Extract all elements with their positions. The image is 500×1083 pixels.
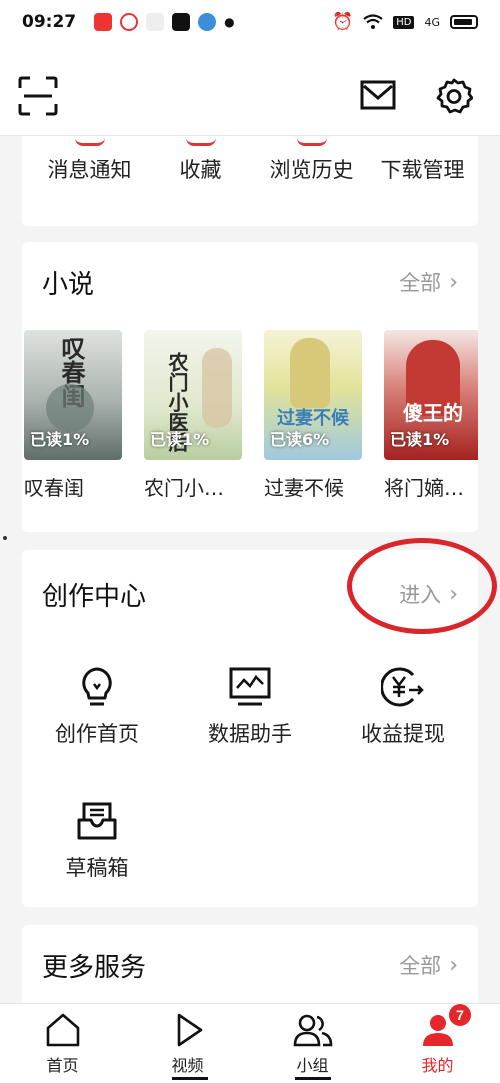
message-icon: [74, 136, 105, 146]
notification-icons: ●: [94, 13, 235, 31]
tool-creation-home[interactable]: 创作首页: [22, 666, 172, 748]
clock-icon: [296, 136, 327, 146]
lightbulb-icon: [82, 667, 112, 706]
book-name: 农门小…: [144, 476, 224, 500]
book-name: 叹春闺: [24, 476, 84, 500]
book-name: 将门嫡…: [384, 476, 464, 500]
creation-center-card: 创作中心 进入 › 创作首页 数据助手 收益提现 草稿箱: [22, 538, 497, 907]
tab-home[interactable]: 首页: [0, 1004, 125, 1083]
home-icon: [46, 1013, 79, 1047]
yuan-withdraw-icon: [381, 667, 424, 707]
more-services-card: 更多服务 全部 ›: [22, 925, 478, 1015]
network-type: 4G: [424, 15, 440, 29]
book-item[interactable]: 农门小医后 已读1% 农门小…: [144, 330, 242, 501]
highlight-circle-annotation: [347, 538, 497, 634]
cover-figure-art: [202, 348, 232, 428]
cover-figure-art: [290, 338, 330, 408]
page-dot: [3, 536, 7, 540]
section-title-more-services: 更多服务: [42, 952, 147, 983]
read-progress: 已读6%: [270, 430, 330, 449]
book-name: 过妻不候: [264, 476, 344, 500]
chart-monitor-icon: [229, 667, 271, 706]
quick-action-downloads[interactable]: 下载管理: [367, 154, 478, 184]
battery-icon: [450, 15, 478, 29]
play-icon: [177, 1013, 202, 1047]
hd-icon: HD: [393, 15, 415, 29]
book-item[interactable]: 傻王的 已读1% 将门嫡…: [384, 330, 478, 501]
blue-app-icon: [198, 13, 217, 31]
book-cover: 傻王的 已读1%: [384, 330, 478, 460]
target-app-icon: [120, 13, 139, 31]
tab-group[interactable]: 小组: [250, 1004, 375, 1083]
quick-action-messages[interactable]: 消息通知: [34, 143, 145, 184]
scan-icon[interactable]: [18, 76, 58, 116]
more-services-all-link[interactable]: 全部 ›: [399, 950, 458, 980]
tool-earnings-withdraw[interactable]: 收益提现: [328, 666, 478, 748]
status-time: 09:27: [22, 12, 77, 32]
tab-underline-group: [295, 1077, 331, 1080]
draft-box-icon: [77, 802, 117, 840]
group-icon: [293, 1014, 332, 1047]
dark-app-icon: [172, 13, 191, 31]
tab-mine[interactable]: 我的: [375, 1004, 500, 1083]
cover-moon-art: [46, 384, 94, 432]
cover-title: 傻王的: [403, 401, 463, 425]
book-cover: 农门小医后 已读1%: [144, 330, 242, 460]
badge-count: 7: [456, 1007, 464, 1023]
book-cover: 过妻不候 已读6%: [264, 330, 362, 460]
book-item[interactable]: 叹春闺 已读1% 叹春闺: [24, 330, 122, 501]
tool-data-assistant[interactable]: 数据助手: [175, 666, 325, 748]
gear-icon[interactable]: [435, 77, 473, 115]
quick-action-history[interactable]: 浏览历史: [256, 143, 367, 184]
wifi-icon: [363, 14, 383, 29]
news-app-icon: [94, 13, 113, 31]
notification-badge: 7: [449, 1004, 471, 1026]
bottom-tab-bar: 首页 视频 小组 我的: [0, 1003, 500, 1083]
system-indicators: ⏰ HD 4G: [332, 12, 478, 32]
section-title-novel: 小说: [42, 269, 95, 300]
novel-card: 小说 全部 › 叹春闺 已读1% 叹春闺 农门小医后 已读1% 农门小… 过妻不候…: [22, 242, 478, 532]
section-title-creation: 创作中心: [42, 581, 147, 612]
read-progress: 已读1%: [30, 430, 90, 449]
book-item[interactable]: 过妻不候 已读6% 过妻不候: [264, 330, 362, 501]
chevron-right-icon: ›: [449, 269, 458, 295]
download-icon: [408, 136, 438, 146]
chevron-right-icon: ›: [449, 952, 458, 978]
calendar-app-icon: [146, 13, 165, 31]
alarm-icon: ⏰: [332, 12, 354, 32]
more-notifications-dot: ●: [224, 15, 235, 29]
tab-underline-video: [172, 1077, 208, 1080]
novel-all-link[interactable]: 全部 ›: [399, 267, 458, 297]
tab-video[interactable]: 视频: [125, 1004, 250, 1083]
top-bar: [0, 44, 500, 136]
book-cover: 叹春闺 已读1%: [24, 330, 122, 460]
book-list: 叹春闺 已读1% 叹春闺 农门小医后 已读1% 农门小… 过妻不候 已读6% 过…: [22, 326, 478, 501]
status-bar: 09:27 ● ⏰ HD 4G: [0, 0, 500, 44]
mail-icon[interactable]: [360, 80, 396, 110]
read-progress: 已读1%: [390, 430, 450, 449]
quick-actions-card: 消息通知 收藏 浏览历史 下载管理: [22, 136, 478, 226]
tool-draft-box[interactable]: 草稿箱: [22, 800, 172, 882]
star-icon: [185, 136, 216, 146]
quick-action-favorites[interactable]: 收藏: [145, 143, 256, 184]
read-progress: 已读1%: [150, 430, 210, 449]
